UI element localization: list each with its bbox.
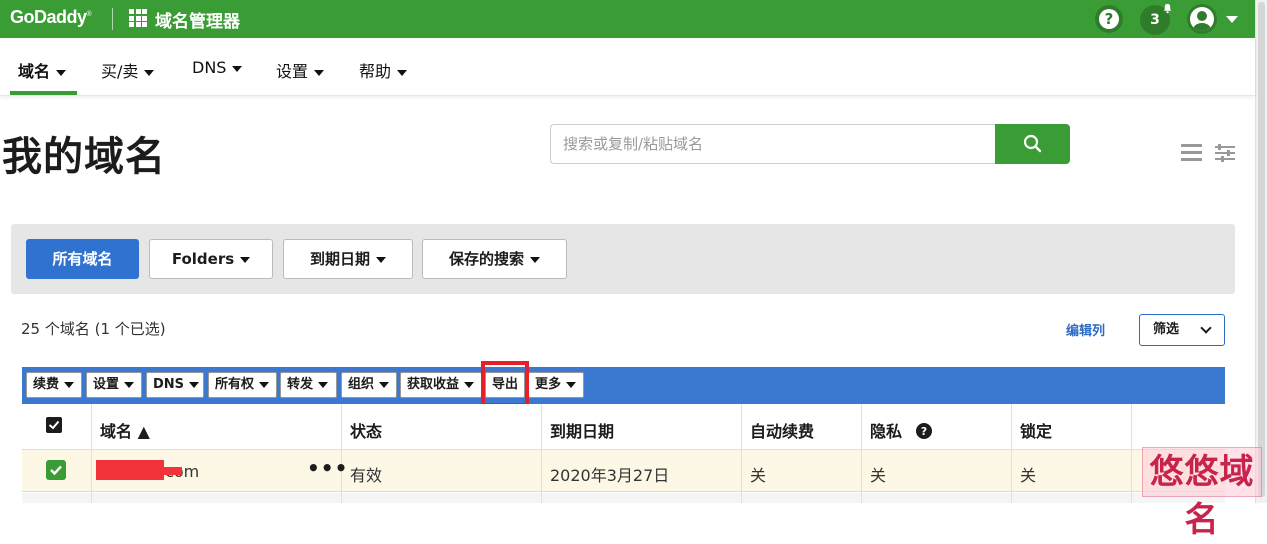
sliders-icon[interactable] (1214, 143, 1236, 163)
nav-active-indicator (10, 91, 77, 95)
domain-privacy[interactable]: 关 (870, 462, 886, 486)
column-header-expiry[interactable]: 到期日期 (550, 418, 614, 442)
chevron-down-icon (464, 381, 475, 388)
chevron-down-icon (240, 256, 251, 263)
domain-expiry: 2020年3月27日 (550, 466, 670, 485)
search-button[interactable] (995, 124, 1070, 164)
help-icon[interactable]: ? (1095, 5, 1123, 33)
chevron-down-icon (566, 381, 577, 388)
action-forwarding[interactable]: 转发 (280, 372, 337, 398)
redaction-mark (96, 460, 164, 480)
nav-help[interactable]: 帮助 (359, 58, 408, 82)
table-row[interactable] (22, 493, 1225, 503)
chevron-down-icon (1200, 322, 1212, 334)
watermark: 悠悠域名 (1142, 447, 1262, 540)
search-input[interactable]: 搜索或复制/粘贴域名 (550, 124, 997, 164)
chevron-down-icon (397, 69, 408, 76)
column-divider (741, 404, 742, 503)
chevron-down-icon (124, 381, 135, 388)
apps-grid-icon[interactable] (129, 9, 147, 27)
list-view-icon[interactable] (1181, 144, 1202, 162)
row-checkbox[interactable] (46, 460, 66, 480)
domain-count: 25 个域名 (1 个已选) (21, 320, 166, 338)
folders-dropdown[interactable]: Folders (149, 239, 273, 279)
chevron-down-icon (318, 381, 329, 388)
action-ownership[interactable]: 所有权 (208, 372, 277, 398)
column-divider (861, 404, 862, 503)
action-monetize[interactable]: 获取收益 (400, 372, 482, 398)
column-header-status[interactable]: 状态 (350, 418, 382, 442)
chevron-down-icon (379, 381, 390, 388)
nav-dns[interactable]: DNS (192, 58, 243, 77)
filter-dropdown[interactable]: 筛选 (1139, 314, 1225, 346)
user-icon (1193, 11, 1211, 31)
question-circle-icon[interactable]: ? (915, 423, 932, 439)
app-title[interactable]: 域名管理器 (155, 7, 240, 32)
check-icon (48, 420, 60, 430)
main-nav (0, 38, 1255, 96)
domain-auto-renew[interactable]: 关 (750, 462, 766, 486)
column-divider (341, 404, 342, 503)
export-highlight-box (481, 361, 529, 407)
bell-icon (1163, 3, 1172, 14)
column-header-lock[interactable]: 锁定 (1020, 418, 1052, 442)
chevron-down-icon (56, 69, 67, 76)
svg-text:?: ? (920, 425, 926, 438)
nav-buy-sell[interactable]: 买/卖 (101, 58, 155, 82)
more-options-icon[interactable]: ••• (307, 456, 348, 480)
column-header-privacy[interactable]: 隐私 ? (870, 418, 932, 442)
check-icon (50, 465, 62, 476)
action-organize[interactable]: 组织 (341, 372, 397, 398)
chevron-down-icon (144, 69, 155, 76)
all-domains-button[interactable]: 所有域名 (26, 239, 139, 279)
redaction-mark (158, 467, 182, 475)
chevron-down-icon (259, 381, 270, 388)
column-divider (1131, 404, 1132, 503)
nav-domains[interactable]: 域名 (18, 58, 67, 82)
user-avatar[interactable] (1187, 4, 1217, 34)
chevron-down-icon (232, 65, 243, 72)
chevron-down-icon (314, 69, 325, 76)
page-title: 我的域名 (2, 134, 166, 180)
search-icon (1023, 134, 1042, 153)
expiry-date-dropdown[interactable]: 到期日期 (283, 239, 413, 279)
column-divider (541, 404, 542, 503)
page-scrollbar[interactable] (1255, 0, 1267, 503)
domain-lock[interactable]: 关 (1020, 462, 1036, 486)
column-header-domain[interactable]: 域名 ▲ (100, 418, 150, 442)
chevron-down-icon (530, 256, 540, 263)
saved-searches-dropdown[interactable]: 保存的搜索 (422, 239, 567, 279)
action-renew[interactable]: 续费 (26, 372, 82, 398)
godaddy-logo[interactable]: GoDaddy® (10, 7, 92, 28)
chevron-down-icon (64, 381, 75, 388)
action-settings[interactable]: 设置 (86, 372, 142, 398)
column-header-auto-renew[interactable]: 自动续费 (750, 418, 814, 442)
header-divider (112, 8, 113, 30)
nav-settings[interactable]: 设置 (276, 58, 325, 82)
account-menu-caret-icon[interactable] (1226, 16, 1238, 23)
domain-status: 有效 (350, 466, 383, 485)
edit-columns-link[interactable]: 编辑列 (1066, 320, 1105, 339)
chevron-down-icon (376, 256, 386, 263)
action-dns[interactable]: DNS (146, 372, 204, 398)
chevron-down-icon (189, 381, 200, 388)
column-divider (91, 404, 92, 503)
select-all-checkbox[interactable] (46, 417, 62, 433)
action-more[interactable]: 更多 (528, 372, 584, 398)
column-divider (1011, 404, 1012, 503)
